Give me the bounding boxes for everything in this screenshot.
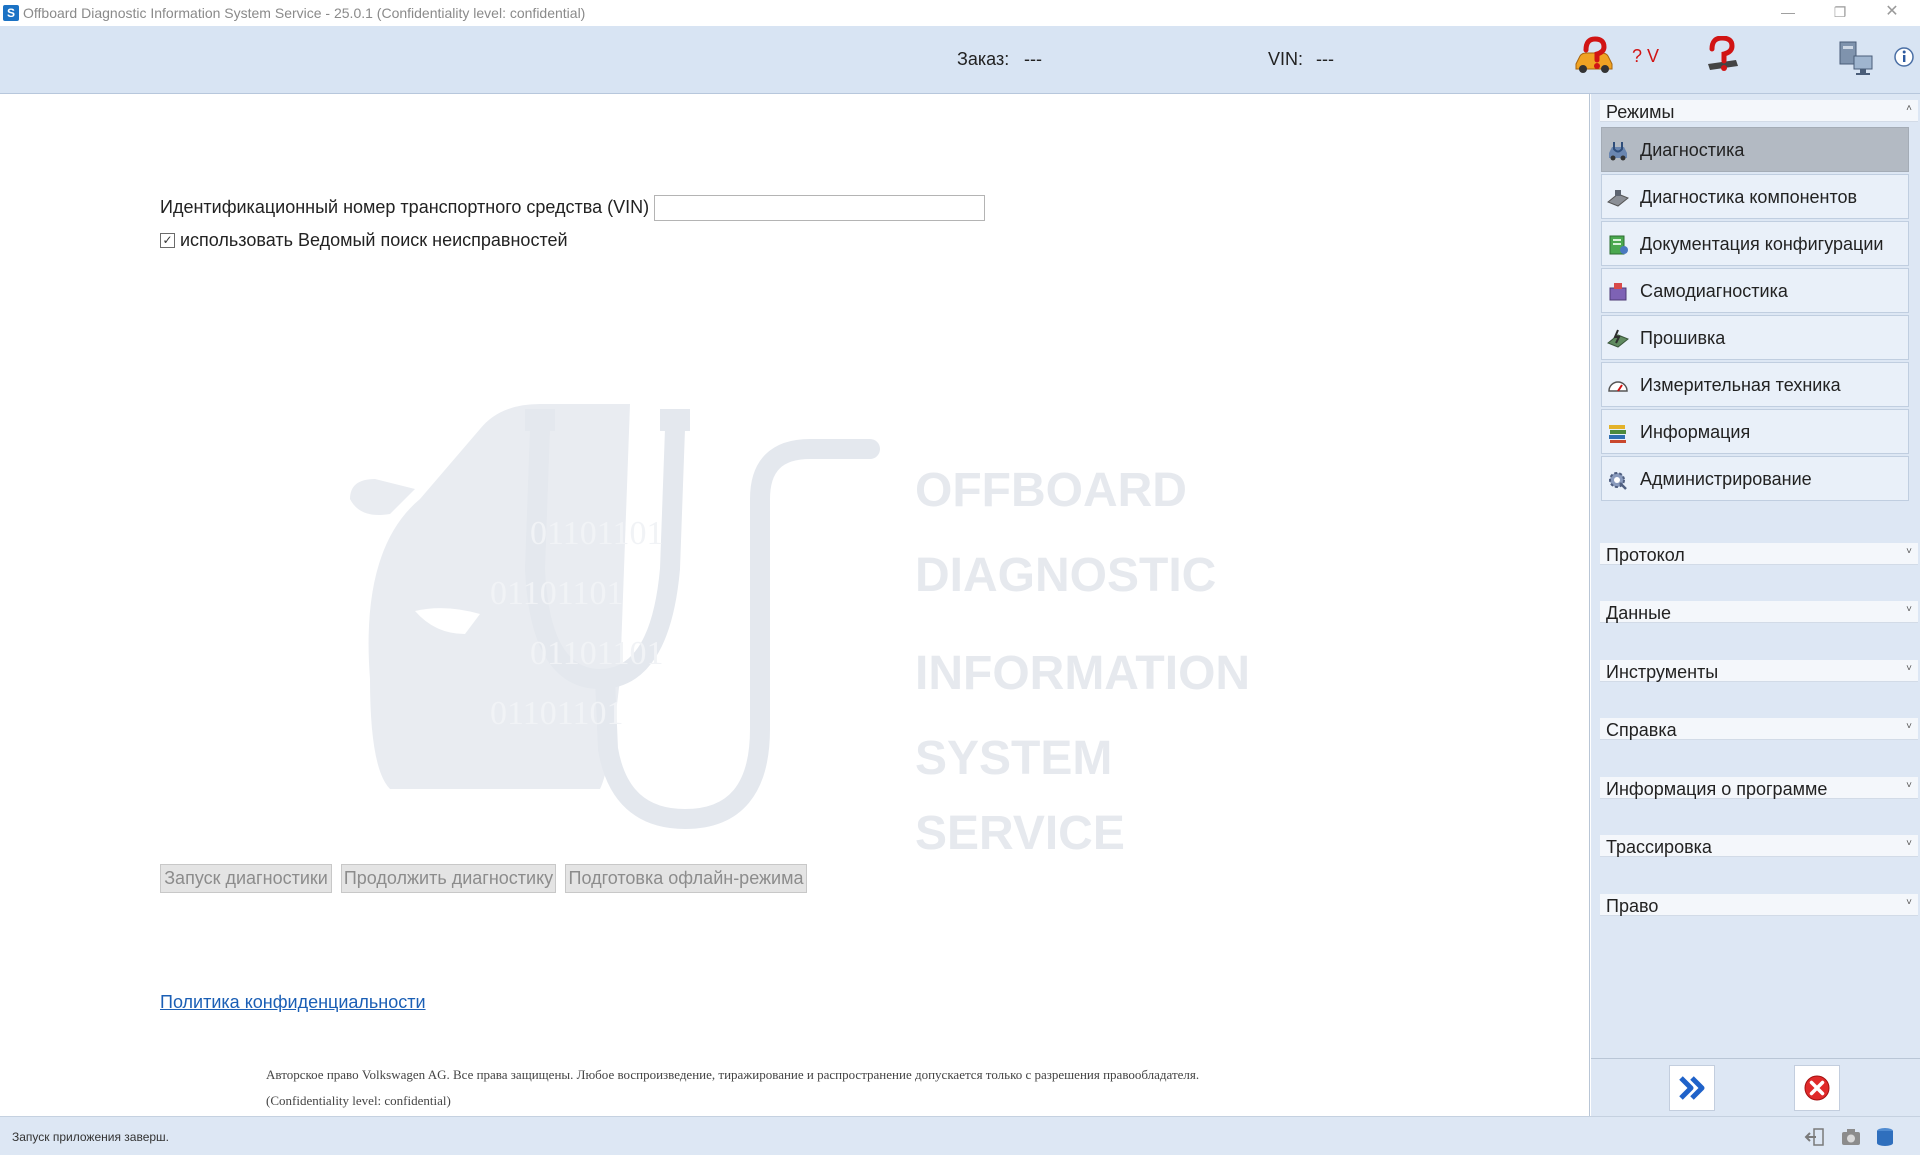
- mode-label: Диагностика компонентов: [1640, 187, 1858, 207]
- section-header-about[interactable]: Информация о программе ˅: [1600, 777, 1918, 799]
- flashing-icon: [1607, 329, 1629, 348]
- section-header-modes[interactable]: Режимы ˄: [1600, 100, 1918, 122]
- sidebar: Режимы ˄ Диагностика Диагностика компоне…: [1591, 94, 1920, 1058]
- exit-button[interactable]: [1794, 1065, 1840, 1111]
- window-titlebar: S Offboard Diagnostic Information System…: [0, 0, 1920, 26]
- admin-gear-icon: [1609, 472, 1627, 490]
- copyright-line: Авторское право Volkswagen AG. Все права…: [266, 1067, 1200, 1082]
- restore-button[interactable]: ❐: [1817, 0, 1863, 26]
- odis-watermark-logo: 01101101 01101101 01101101 01101101 OFFB…: [350, 404, 1250, 860]
- watermark-word: SYSTEM: [915, 732, 1112, 785]
- section-title: Данные: [1606, 603, 1672, 623]
- database-icon[interactable]: [1874, 1126, 1896, 1148]
- mode-label: Прошивка: [1640, 328, 1726, 348]
- mode-item-self-diagnosis[interactable]: Самодиагностика: [1601, 268, 1909, 313]
- section-header-tools[interactable]: Инструменты ˅: [1600, 660, 1918, 682]
- section-title: Протокол: [1606, 545, 1685, 565]
- section-header-help[interactable]: Справка ˅: [1600, 718, 1918, 740]
- section-title: Информация о программе: [1606, 779, 1828, 799]
- minimize-button[interactable]: —: [1765, 0, 1811, 26]
- header-vin-value: ---: [1316, 49, 1334, 69]
- chevron-down-icon: ˅: [1906, 721, 1912, 732]
- car-help-icon[interactable]: [1572, 36, 1616, 76]
- chevron-down-icon: ˅: [1906, 663, 1912, 674]
- mode-item-administration[interactable]: Администрирование: [1601, 456, 1909, 501]
- vin-field-label: Идентификационный номер транспортного ср…: [160, 197, 650, 217]
- main-content: 01101101 01101101 01101101 01101101 OFFB…: [0, 94, 1590, 1116]
- watermark-word: INFORMATION: [915, 647, 1250, 700]
- mode-item-diagnostics[interactable]: Диагностика: [1601, 127, 1909, 172]
- back-arrow-icon[interactable]: [1804, 1126, 1826, 1148]
- status-text: Запуск приложения заверш.: [12, 1130, 170, 1144]
- section-header-protocol[interactable]: Протокол ˅: [1600, 543, 1918, 565]
- camera-icon[interactable]: [1840, 1126, 1862, 1148]
- window-title: Offboard Diagnostic Information System S…: [23, 5, 586, 21]
- start-diagnostics-button[interactable]: Запуск диагностики: [160, 864, 332, 893]
- app-logo-icon: S: [3, 5, 19, 21]
- section-title: Режимы: [1606, 102, 1675, 122]
- copyright-notice: Авторское право Volkswagen AG. Все права…: [266, 1062, 1199, 1114]
- app-header: Заказ: --- VIN: --- ? V: [0, 26, 1920, 94]
- guided-search-label[interactable]: использовать Ведомый поиск неисправносте…: [180, 230, 568, 251]
- mode-label: Самодиагностика: [1640, 281, 1788, 301]
- chevron-down-icon: ˅: [1906, 897, 1912, 908]
- section-header-data[interactable]: Данные ˅: [1600, 601, 1918, 623]
- self-diagnosis-icon: [1609, 283, 1627, 301]
- confidentiality-line: (Confidentiality level: confidential): [266, 1093, 451, 1108]
- gauge-icon: [1608, 381, 1628, 392]
- watermark-word: OFFBOARD: [915, 464, 1187, 517]
- voltage-indicator: ? V: [1632, 46, 1660, 66]
- chevron-up-icon: ˄: [1906, 103, 1912, 114]
- watermark-binary-text: 01101101: [490, 575, 623, 612]
- chevron-down-icon: ˅: [1906, 604, 1912, 615]
- configuration-docs-icon: [1609, 235, 1628, 255]
- section-title: Трассировка: [1606, 837, 1712, 857]
- chevron-down-icon: ˅: [1906, 546, 1912, 557]
- section-header-tracing[interactable]: Трассировка ˅: [1600, 835, 1918, 857]
- status-bar: Запуск приложения заверш.: [0, 1116, 1920, 1155]
- prepare-offline-button[interactable]: Подготовка офлайн-режима: [565, 864, 807, 893]
- section-title: Инструменты: [1606, 662, 1719, 682]
- close-red-icon: [1804, 1075, 1830, 1101]
- mode-label: Информация: [1640, 422, 1751, 442]
- watermark-word: DIAGNOSTIC: [915, 549, 1216, 602]
- component-diagnosis-icon: [1607, 190, 1629, 207]
- network-icon[interactable]: [1836, 38, 1876, 78]
- double-chevron-right-icon: [1679, 1076, 1705, 1100]
- section-title: Справка: [1606, 720, 1677, 740]
- order-label: Заказ:: [957, 49, 1010, 69]
- guided-search-row[interactable]: ✓ использовать Ведомый поиск неисправнос…: [160, 230, 568, 251]
- chevron-down-icon: ˅: [1906, 780, 1912, 791]
- order-value: ---: [1024, 49, 1042, 69]
- mode-item-flashing[interactable]: Прошивка: [1601, 315, 1909, 360]
- privacy-policy-link[interactable]: Политика конфиденциальности: [160, 992, 426, 1013]
- chevron-down-icon: ˅: [1906, 838, 1912, 849]
- mode-item-measurement[interactable]: Измерительная техника: [1601, 362, 1909, 407]
- mode-item-component-diagnostics[interactable]: Диагностика компонентов: [1601, 174, 1909, 219]
- mode-item-information[interactable]: Информация: [1601, 409, 1909, 454]
- watermark-binary-text: 01101101: [530, 515, 663, 552]
- continue-diagnostics-button[interactable]: Продолжить диагностику: [341, 864, 556, 893]
- next-button[interactable]: [1669, 1065, 1715, 1111]
- sidebar-footer: [1591, 1058, 1920, 1116]
- stethoscope-icon: [1609, 142, 1627, 161]
- mode-label: Администрирование: [1640, 469, 1812, 489]
- watermark-binary-text: 01101101: [530, 635, 663, 672]
- vin-input[interactable]: [654, 195, 985, 221]
- question-help-icon[interactable]: [1700, 35, 1744, 76]
- watermark-word: SERVICE: [915, 807, 1125, 860]
- mode-label: Диагностика: [1640, 140, 1745, 160]
- info-icon[interactable]: [1893, 46, 1915, 68]
- section-header-legal[interactable]: Право ˅: [1600, 894, 1918, 916]
- close-window-button[interactable]: ✕: [1869, 0, 1915, 26]
- mode-label: Измерительная техника: [1640, 375, 1841, 395]
- mode-label: Документация конфигурации: [1640, 234, 1884, 254]
- guided-search-checkbox[interactable]: ✓: [160, 233, 175, 248]
- books-icon: [1609, 425, 1626, 443]
- section-title: Право: [1606, 896, 1659, 916]
- watermark-binary-text: 01101101: [490, 695, 623, 732]
- mode-item-configuration-docs[interactable]: Документация конфигурации: [1601, 221, 1909, 266]
- header-vin-label: VIN:: [1268, 49, 1304, 69]
